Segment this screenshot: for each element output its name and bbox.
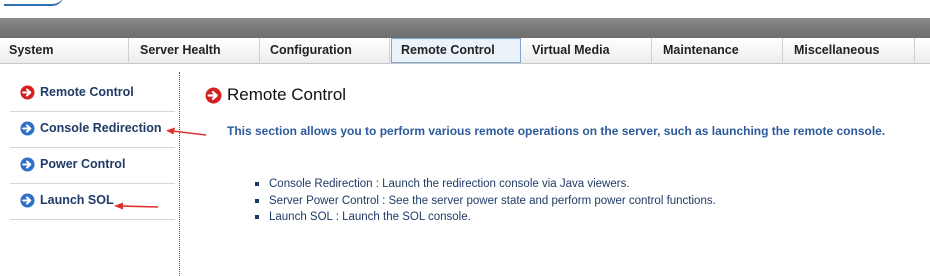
annotation-arrow-icon [114, 202, 159, 210]
main-nav: System Server Health Configuration Remot… [0, 38, 930, 64]
arrow-circle-icon [20, 193, 35, 208]
sidebar-item-console-redirection[interactable]: Console Redirection [10, 112, 175, 148]
tab-server-health[interactable]: Server Health [131, 38, 260, 62]
tab-configuration[interactable]: Configuration [261, 38, 390, 62]
list-item: Console Redirection : Launch the redirec… [253, 176, 716, 193]
top-band [0, 0, 930, 18]
page-title: Remote Control [227, 85, 347, 104]
sidebar-item-label: Remote Control [40, 85, 134, 99]
tab-remote-control[interactable]: Remote Control [391, 38, 521, 63]
feature-list: Console Redirection : Launch the redirec… [253, 176, 716, 226]
header-bar [0, 18, 930, 38]
sidebar-item-label: Launch SOL [40, 193, 114, 207]
list-item: Server Power Control : See the server po… [253, 193, 716, 210]
list-item: Launch SOL : Launch the SOL console. [253, 209, 716, 226]
sidebar-item-remote-control[interactable]: Remote Control [10, 76, 175, 112]
logo-fragment [4, 0, 64, 6]
arrow-circle-icon [20, 157, 35, 172]
tab-miscellaneous[interactable]: Miscellaneous [785, 38, 915, 62]
section-description: This section allows you to perform vario… [227, 124, 886, 138]
tab-maintenance[interactable]: Maintenance [654, 38, 783, 62]
arrow-circle-icon [20, 85, 35, 100]
sidebar-item-label: Power Control [40, 157, 126, 171]
arrow-circle-icon [20, 121, 35, 136]
tab-virtual-media[interactable]: Virtual Media [523, 38, 652, 62]
sidebar-item-label: Console Redirection [40, 121, 162, 135]
arrow-circle-icon [205, 87, 222, 104]
sidebar-item-power-control[interactable]: Power Control [10, 148, 175, 184]
annotation-arrow-icon [166, 127, 207, 136]
tab-system[interactable]: System [0, 38, 129, 62]
vertical-divider [179, 72, 180, 276]
